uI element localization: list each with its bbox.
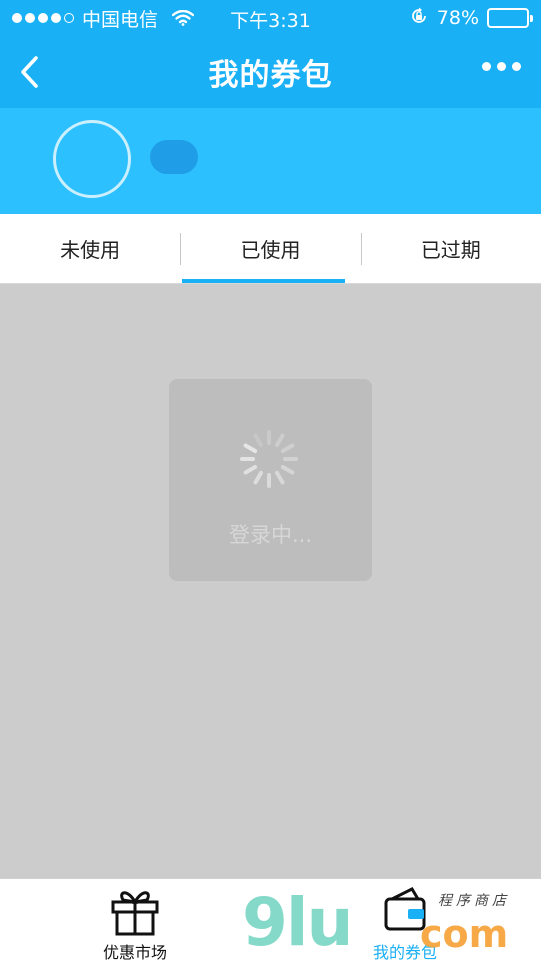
spinner-spoke [243,443,258,453]
tab-unused[interactable]: 未使用 [0,214,180,283]
chevron-left-icon [21,56,38,88]
more-button[interactable] [482,62,521,71]
signal-strength-icon [12,13,74,23]
battery-percent: 78% [436,7,479,29]
carrier-name: 中国电信 [82,8,159,31]
loading-toast: 登录中... [169,379,372,581]
page-title: 我的券包 [208,58,333,93]
profile-header [0,108,541,214]
tab-expired[interactable]: 已过期 [360,214,541,283]
spinner-icon [240,430,298,488]
tab-bar-label: 我的券包 [372,943,437,960]
gift-icon [111,891,159,936]
spinner-spoke [253,470,263,485]
spinner-spoke [243,465,258,475]
tab-label: 未使用 [60,238,121,262]
loading-text: 登录中... [228,523,313,547]
bottom-tab-bar: 优惠市场 我的券包 [0,878,541,960]
coupon-status-tabs: 未使用 已使用 已过期 [0,214,541,284]
rotation-lock-icon [409,6,429,31]
username-placeholder [150,140,198,174]
tab-bar-label: 优惠市场 [102,943,167,960]
back-button[interactable] [14,52,44,92]
tab-used[interactable]: 已使用 [180,214,360,283]
more-dots-icon [482,62,491,71]
navigation-bar: 我的券包 [0,36,541,108]
avatar[interactable] [53,120,131,198]
spinner-spoke [275,470,285,485]
coupon-list-area: 登录中... [0,288,541,878]
tab-bar-item-market[interactable]: 优惠市场 [55,879,215,960]
status-bar: 中国电信 下午3:31 78% [0,0,541,36]
spinner-spoke [275,433,285,448]
tab-label: 已过期 [420,238,481,262]
tab-bar-item-wallet[interactable]: 我的券包 [325,879,485,960]
wallet-icon [384,887,426,931]
battery-icon [487,8,533,28]
wifi-icon [172,10,195,26]
spinner-spoke [253,433,263,448]
tab-label: 已使用 [240,238,301,262]
spinner-spoke [280,443,295,453]
spinner-spoke [280,465,295,475]
